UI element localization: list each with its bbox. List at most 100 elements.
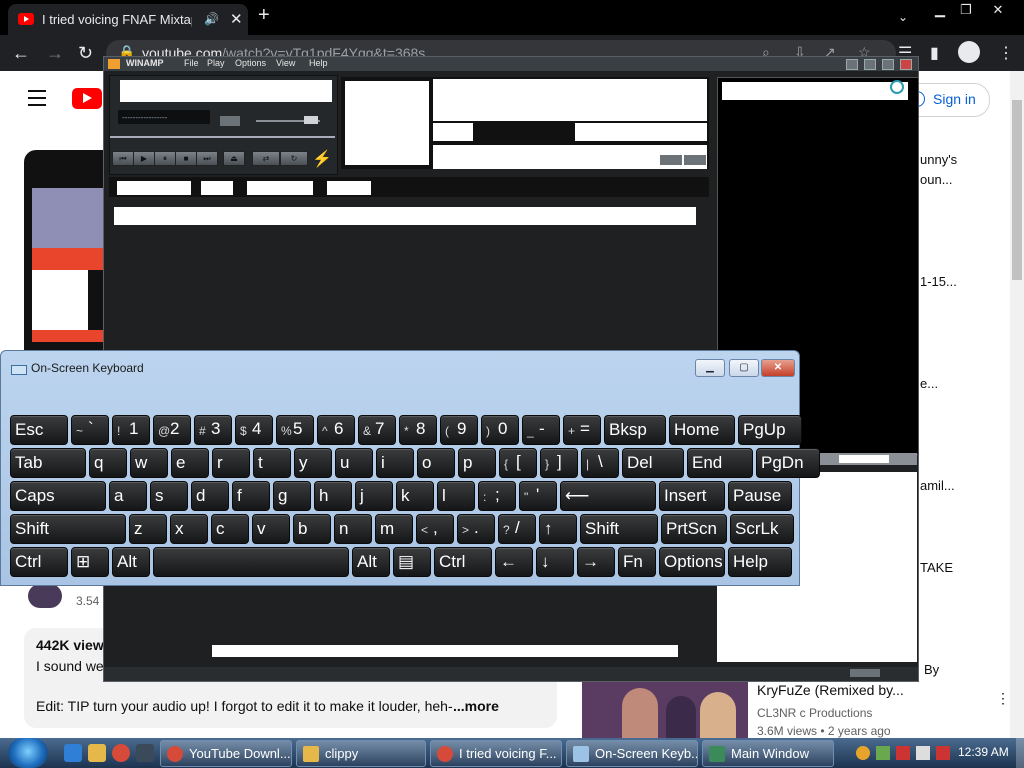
- winamp-titlebar[interactable]: WINAMP File Play Options View Help: [104, 57, 918, 71]
- start-button[interactable]: [8, 738, 48, 768]
- osk-key[interactable]: g: [273, 481, 311, 511]
- recommended-channel[interactable]: CL3NR c Productions: [757, 706, 872, 720]
- osk-key[interactable]: f: [232, 481, 270, 511]
- eject-button[interactable]: ⏏: [223, 151, 245, 166]
- ie-icon[interactable]: [64, 744, 82, 762]
- osk-key[interactable]: Alt: [112, 547, 150, 577]
- channel-avatar[interactable]: [28, 584, 62, 608]
- winamp-minimize-button[interactable]: [846, 59, 858, 70]
- stop-button[interactable]: ■: [175, 151, 197, 166]
- osk-key[interactable]: Esc: [10, 415, 68, 445]
- winamp-menu-view[interactable]: View: [276, 58, 295, 68]
- winamp-close-button[interactable]: [900, 59, 912, 70]
- lightning-bolt-icon[interactable]: ⚡: [312, 149, 332, 168]
- osk-key[interactable]: ▤: [393, 547, 431, 577]
- osk-key[interactable]: q: [89, 448, 127, 478]
- sidebar-snippet[interactable]: amil...: [920, 478, 955, 493]
- osk-key[interactable]: :;: [478, 481, 516, 511]
- osk-key[interactable]: i: [376, 448, 414, 478]
- osk-key[interactable]: h: [314, 481, 352, 511]
- osk-key[interactable]: PrtScn: [661, 514, 727, 544]
- osk-key[interactable]: u: [335, 448, 373, 478]
- osk-key[interactable]: % 5: [276, 415, 314, 445]
- osk-key[interactable]: m: [375, 514, 413, 544]
- osk-key[interactable]: Home: [669, 415, 735, 445]
- taskbar-task[interactable]: YouTube Downl...: [160, 740, 292, 767]
- on-screen-keyboard-window[interactable]: On-Screen Keyboard ▁ ▢ ✕ Esc ~ `! 1 @2 #3 $4% 5…: [0, 350, 820, 586]
- taskbar-task[interactable]: clippy: [296, 740, 426, 767]
- osk-key[interactable]: o: [417, 448, 455, 478]
- osk-key[interactable]: * 8: [399, 415, 437, 445]
- sidebar-snippet[interactable]: TAKE: [920, 560, 953, 575]
- minimize-button[interactable]: ▁: [926, 2, 954, 18]
- sidebar-snippet[interactable]: e...: [920, 376, 938, 391]
- osk-key[interactable]: PgDn: [756, 448, 820, 478]
- osk-key[interactable]: | \: [581, 448, 619, 478]
- osk-key[interactable]: →: [577, 547, 615, 577]
- osk-key[interactable]: ~ `: [71, 415, 109, 445]
- tray-icon[interactable]: [876, 746, 890, 760]
- osk-key[interactable]: End: [687, 448, 753, 478]
- winamp-menu-play[interactable]: Play: [207, 58, 225, 68]
- play-button[interactable]: ▶: [133, 151, 155, 166]
- seek-bar[interactable]: [110, 136, 335, 138]
- taskbar-task[interactable]: On-Screen Keyb...: [566, 740, 698, 767]
- winamp-tab[interactable]: [247, 181, 313, 195]
- osk-key[interactable]: t: [253, 448, 291, 478]
- restore-button[interactable]: ❐: [952, 2, 980, 18]
- osk-key[interactable]: _ -: [522, 415, 560, 445]
- osk-key[interactable]: Pause: [728, 481, 792, 511]
- sidebar-snippet[interactable]: 1-15...: [920, 274, 957, 289]
- winamp-tab[interactable]: [117, 181, 191, 195]
- osk-key[interactable]: Shift: [580, 514, 658, 544]
- sidebar-snippet[interactable]: unny's: [920, 152, 957, 167]
- recommended-thumbnail[interactable]: [582, 682, 748, 738]
- osk-key[interactable]: Fn: [618, 547, 656, 577]
- osk-key[interactable]: ? /: [498, 514, 536, 544]
- osk-key[interactable]: Help: [728, 547, 792, 577]
- close-window-button[interactable]: ✕: [984, 2, 1012, 18]
- osk-key[interactable]: " ': [519, 481, 557, 511]
- osk-key[interactable]: p: [458, 448, 496, 478]
- winamp-shade-button[interactable]: [864, 59, 876, 70]
- library-search-field[interactable]: [114, 207, 696, 225]
- explorer-icon[interactable]: [88, 744, 106, 762]
- osk-key[interactable]: Ctrl: [434, 547, 492, 577]
- search-tray-icon[interactable]: [856, 746, 870, 760]
- panel-layout-icon[interactable]: [684, 155, 706, 165]
- resize-handle-icon[interactable]: [850, 669, 880, 677]
- osk-key[interactable]: Tab: [10, 448, 86, 478]
- volume-slider-thumb[interactable]: [304, 116, 318, 124]
- video-player[interactable]: [24, 150, 104, 360]
- winamp-restore-button[interactable]: [882, 59, 894, 70]
- action-center-icon[interactable]: [896, 746, 910, 760]
- osk-key[interactable]: $4: [235, 415, 273, 445]
- winamp-menu-options[interactable]: Options: [235, 58, 266, 68]
- osk-key[interactable]: <,: [416, 514, 454, 544]
- osk-key[interactable]: Options: [659, 547, 725, 577]
- osk-key[interactable]: #3: [194, 415, 232, 445]
- osk-key[interactable]: & 7: [358, 415, 396, 445]
- osk-key[interactable]: ! 1: [112, 415, 150, 445]
- new-tab-icon[interactable]: +: [258, 4, 270, 27]
- osk-key[interactable]: [153, 547, 349, 577]
- osk-key[interactable]: k: [396, 481, 434, 511]
- playlist-scroll-thumb[interactable]: [839, 455, 889, 463]
- osk-key[interactable]: >.: [457, 514, 495, 544]
- osk-key[interactable]: ⊞: [71, 547, 109, 577]
- youtube-logo-icon[interactable]: [72, 88, 102, 109]
- pause-button[interactable]: ⏸: [154, 151, 176, 166]
- osk-key[interactable]: + =: [563, 415, 601, 445]
- osk-key[interactable]: Insert: [659, 481, 725, 511]
- osk-key[interactable]: Del: [622, 448, 684, 478]
- osk-key[interactable]: Ctrl: [10, 547, 68, 577]
- more-menu-icon[interactable]: ⋮: [998, 43, 1014, 63]
- show-desktop-button[interactable]: [1016, 738, 1024, 768]
- osk-key[interactable]: b: [293, 514, 331, 544]
- profile-avatar[interactable]: [958, 41, 980, 63]
- back-arrow-icon[interactable]: ←: [12, 43, 30, 64]
- winamp-tab[interactable]: [327, 181, 371, 195]
- network-icon[interactable]: [916, 746, 930, 760]
- osk-key[interactable]: x: [170, 514, 208, 544]
- more-options-icon[interactable]: ⋮: [996, 690, 1010, 707]
